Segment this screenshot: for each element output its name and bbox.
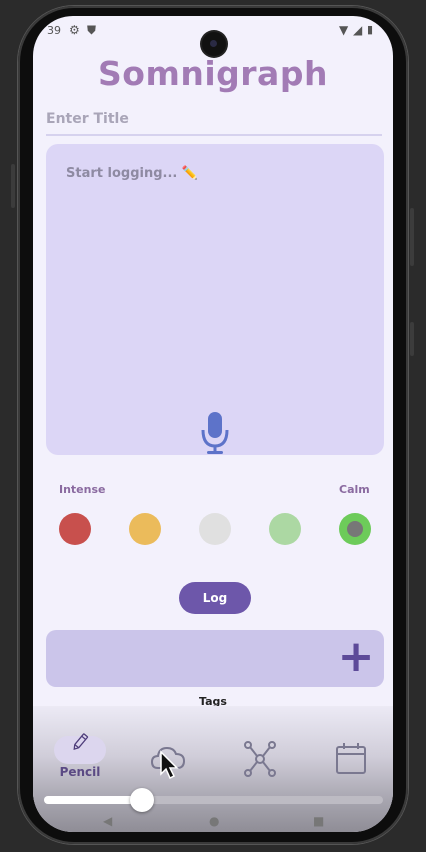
nav-pencil-icon[interactable] [55,732,105,764]
system-back-icon[interactable]: ◀ [103,814,112,828]
microphone-icon[interactable] [200,412,230,456]
side-button-right [410,208,414,266]
battery-icon: ▮ [367,23,374,36]
mouse-cursor-icon [160,750,179,780]
mood-dot-4[interactable] [269,513,301,545]
volume-button [11,164,15,208]
title-input[interactable] [46,104,382,136]
settings-icon: ⚙ [69,23,80,37]
mood-dot-2[interactable] [129,513,161,545]
nav-network-icon[interactable] [235,734,285,784]
add-tag-button[interactable]: + [336,635,376,679]
system-recents-icon[interactable]: ■ [313,814,324,828]
signal-icon: ◢ [353,23,363,37]
log-textarea[interactable]: Start logging... ✏️ [46,144,384,455]
mood-dot-5[interactable] [339,513,371,545]
mood-dot-1[interactable] [59,513,91,545]
slider-fill [44,796,143,804]
log-button[interactable]: Log [179,582,251,614]
log-placeholder: Start logging... ✏️ [66,166,199,181]
media-slider[interactable] [44,788,383,812]
tags-box[interactable]: + [46,630,384,687]
mood-label-intense: Intense [59,483,106,496]
nav-pencil-label: Pencil [59,765,101,779]
system-home-icon[interactable]: ● [209,814,219,828]
shield-icon: ⛊ [87,23,97,37]
mood-label-calm: Calm [339,483,370,496]
mood-selected-indicator [347,521,363,537]
nav-calendar-icon[interactable] [326,734,376,784]
mood-dot-3[interactable] [199,513,231,545]
status-time: 39 [47,24,61,37]
side-button-right-2 [410,322,414,356]
wifi-icon: ▼ [339,23,349,37]
front-camera [202,32,226,56]
app-title: Somnigraph [98,54,328,93]
app-screen: 39 ⚙ ⛊ ▼ ◢ ▮ Somnigraph Start logging...… [33,16,393,832]
